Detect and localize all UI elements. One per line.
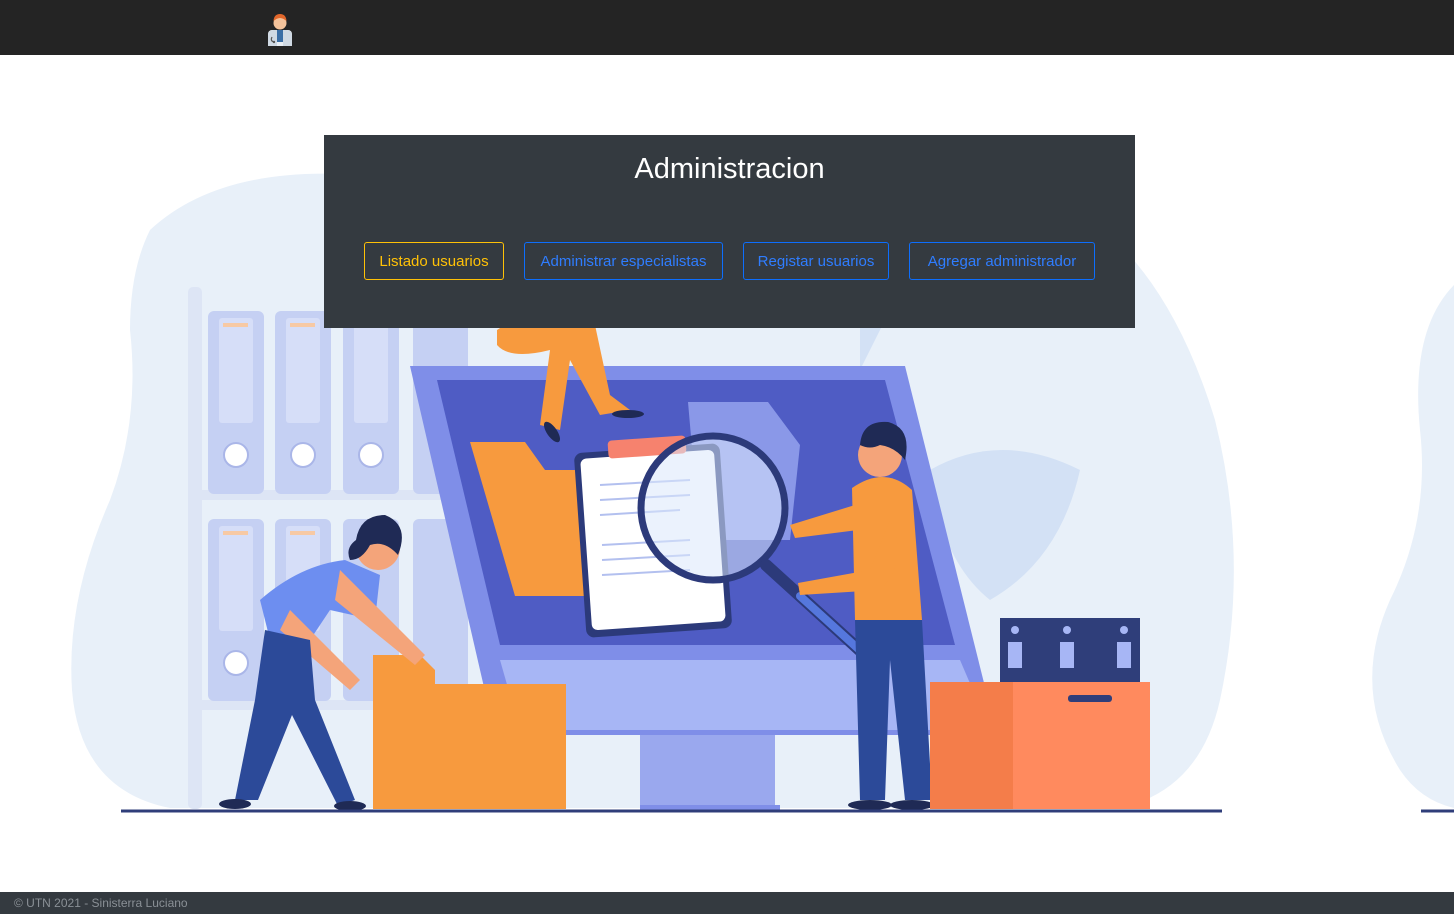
register-users-button[interactable]: Registar usuarios [743, 242, 889, 280]
manage-specialists-button[interactable]: Administrar especialistas [524, 242, 723, 280]
admin-panel: Administracion Listado usuarios Administ… [324, 135, 1135, 328]
panel-title: Administracion [634, 153, 825, 185]
list-users-button[interactable]: Listado usuarios [364, 242, 504, 280]
footer-copyright: © UTN 2021 - Sinisterra Luciano [14, 896, 188, 910]
top-navbar [0, 0, 1454, 55]
add-admin-button[interactable]: Agregar administrador [909, 242, 1095, 280]
footer: © UTN 2021 - Sinisterra Luciano [0, 892, 1454, 914]
doctor-avatar-icon[interactable] [262, 10, 298, 46]
